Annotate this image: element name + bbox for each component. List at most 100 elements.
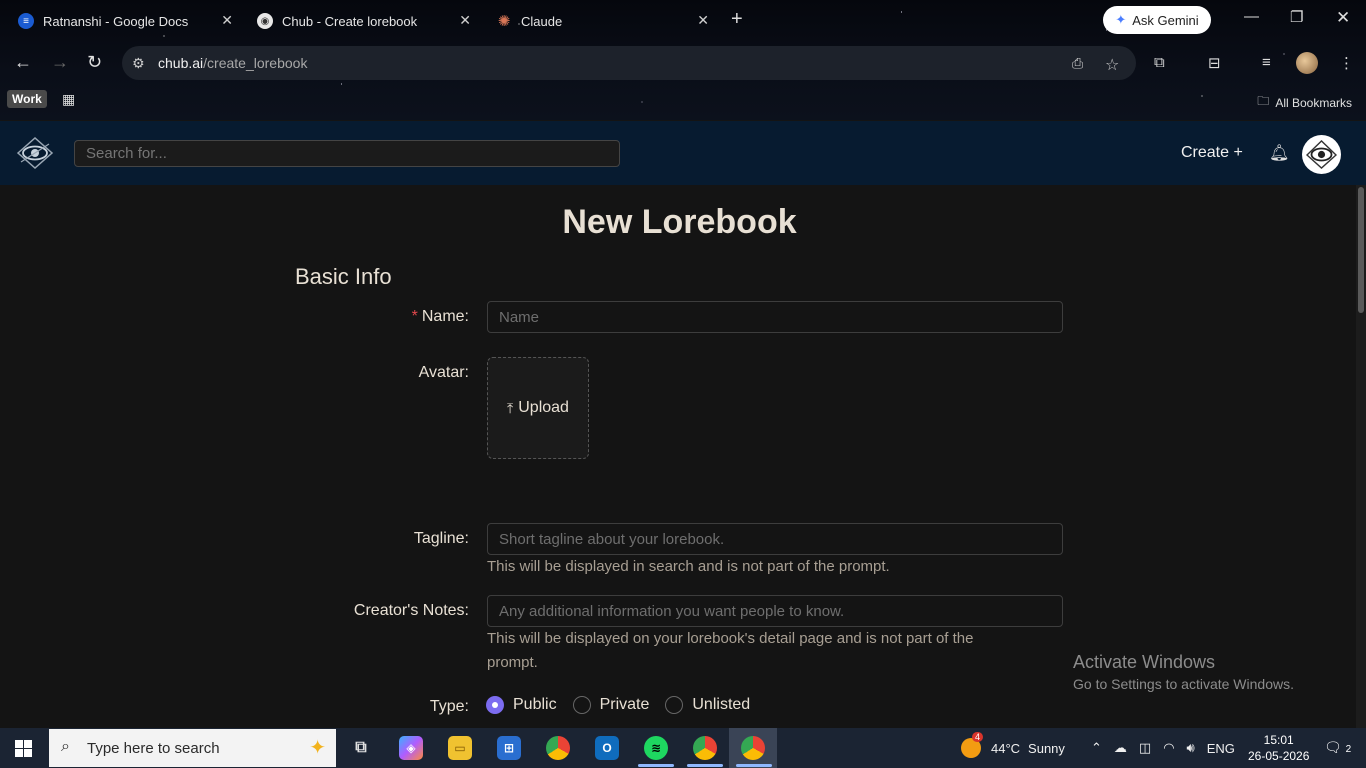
chrome-profile-icon[interactable]: [693, 736, 717, 760]
windows-start-icon[interactable]: [15, 740, 32, 757]
clock-date: 26-05-2026: [1248, 749, 1310, 763]
create-button[interactable]: Create +: [1181, 144, 1243, 162]
search-icon: ⌕: [61, 738, 70, 755]
install-app-icon[interactable]: ⎙: [1072, 55, 1083, 72]
ask-gemini-label: Ask Gemini: [1132, 12, 1199, 28]
bell-icon[interactable]: 🔔︎: [1269, 143, 1289, 163]
radio-icon[interactable]: [572, 696, 591, 714]
weather-condition: Sunny: [1028, 740, 1065, 756]
notification-count: 2: [1345, 744, 1352, 755]
tab-search-icon[interactable]: ⊟: [1208, 54, 1221, 72]
tagline-input[interactable]: [487, 523, 1063, 555]
gemini-icon: ✦: [1115, 12, 1127, 27]
copilot-icon[interactable]: ◈: [399, 736, 423, 760]
window-close-icon[interactable]: ✕: [1336, 8, 1350, 28]
radio-label: Private: [599, 696, 650, 713]
tab-claude[interactable]: ✺ Claude ✕: [478, 6, 721, 36]
omnibox[interactable]: ⚙ chub.ai/create_lorebook ⎙ ☆: [122, 46, 1136, 80]
weather-widget[interactable]: 4 44°C Sunny: [961, 728, 1065, 768]
radio-icon[interactable]: [665, 696, 684, 714]
user-avatar[interactable]: [1302, 135, 1341, 174]
media-control-icon[interactable]: ≡: [1262, 54, 1271, 71]
sun-icon: 4: [961, 732, 984, 758]
onedrive-icon[interactable]: ☁: [1114, 740, 1127, 756]
spotify-icon[interactable]: ≋: [644, 736, 668, 760]
outlook-icon[interactable]: O: [595, 736, 619, 760]
radio-label: Public: [513, 696, 557, 713]
close-icon[interactable]: ✕: [697, 12, 709, 29]
tagline-label: Tagline:: [413, 530, 469, 547]
address-bar-row: ← → ↻ ⚙ chub.ai/create_lorebook ⎙ ☆ ⧉ ⊟ …: [0, 44, 1366, 82]
running-indicator: [687, 764, 723, 767]
profile-avatar[interactable]: [1296, 52, 1318, 74]
weather-temp: 44°C: [991, 740, 1021, 756]
meet-icon[interactable]: ◫: [1139, 740, 1151, 756]
chub-logo-icon[interactable]: [16, 135, 54, 171]
chub-icon: ◉: [257, 13, 273, 29]
radio-label: Unlisted: [692, 696, 751, 713]
restore-icon[interactable]: ❐: [1290, 8, 1303, 26]
notification-center[interactable]: 🗨︎ 2: [1324, 739, 1351, 756]
section-title: Basic Info: [295, 264, 392, 289]
extensions-icon[interactable]: ⧉: [1154, 54, 1165, 71]
system-tray: ⌃ ☁ ◫ ◠ 🔊︎ ENG: [1091, 728, 1235, 768]
close-icon[interactable]: ✕: [459, 12, 471, 29]
taskbar-search[interactable]: ⌕ Type here to search ✦: [49, 729, 336, 767]
name-input[interactable]: [487, 301, 1063, 333]
reload-icon[interactable]: ↻: [87, 52, 102, 73]
apps-grid-icon[interactable]: ▦: [62, 91, 75, 108]
work-profile-chip[interactable]: Work: [7, 90, 47, 108]
clock[interactable]: 15:01 26-05-2026: [1248, 732, 1309, 764]
file-explorer-icon[interactable]: ▭: [448, 736, 472, 760]
upload-label: Upload: [518, 399, 569, 416]
chrome-active-window[interactable]: [729, 728, 777, 768]
search-highlight-icon: ✦: [309, 737, 326, 759]
url-host: chub.ai: [158, 55, 204, 71]
back-icon[interactable]: ←: [14, 52, 32, 73]
chrome-menu-icon[interactable]: ⋮: [1339, 54, 1354, 72]
watermark-title: Activate Windows: [1073, 652, 1216, 672]
site-info-icon[interactable]: ⚙: [132, 55, 145, 72]
running-indicator: [638, 764, 674, 767]
watermark-subtitle: Go to Settings to activate Windows.: [1073, 676, 1294, 692]
notification-icon: 🗨︎: [1324, 739, 1342, 755]
url-path: /create_lorebook: [203, 55, 308, 71]
chrome-active-icon: [741, 736, 765, 760]
avatar-upload-button[interactable]: ⤒ Upload: [487, 357, 589, 459]
task-view-icon[interactable]: ⧉: [349, 736, 373, 760]
creators-notes-help: This will be displayed on your lorebook'…: [487, 630, 974, 671]
name-label-text: Name:: [421, 308, 469, 325]
name-label: * Name:: [412, 308, 469, 326]
forward-icon[interactable]: →: [51, 52, 69, 73]
language-indicator[interactable]: ENG: [1207, 741, 1235, 756]
creators-notes-input[interactable]: [487, 595, 1063, 627]
wifi-icon[interactable]: ◠: [1163, 740, 1174, 756]
clock-time: 15:01: [1263, 733, 1294, 747]
required-mark: *: [411, 308, 418, 325]
type-radio-private[interactable]: Private: [572, 696, 650, 714]
user-avatar-logo-icon: [1305, 140, 1338, 169]
chrome-app-icon[interactable]: [546, 736, 570, 760]
tab-chub[interactable]: ◉ Chub - Create lorebook ✕: [239, 6, 482, 36]
weather-badge: 4: [972, 732, 984, 742]
type-radio-unlisted[interactable]: Unlisted: [665, 696, 750, 714]
chevron-up-icon[interactable]: ⌃: [1091, 740, 1102, 756]
microsoft-store-icon[interactable]: ⊞: [497, 736, 521, 760]
all-bookmarks-button[interactable]: 🗀 All Bookmarks: [1257, 92, 1352, 113]
radio-checked-icon[interactable]: [486, 696, 504, 714]
type-radio-public[interactable]: Public: [486, 696, 557, 714]
creators-notes-label: Creator's Notes:: [353, 602, 469, 619]
main-content: New Lorebook Basic Info *Name: Avatar: ⤒…: [0, 185, 1356, 728]
taskbar-search-placeholder: Type here to search: [87, 739, 220, 757]
bookmark-star-icon[interactable]: ☆: [1105, 55, 1119, 75]
close-icon[interactable]: ✕: [221, 12, 233, 29]
minimize-icon[interactable]: —: [1244, 8, 1259, 25]
tab-strip: ≡ Ratnanshi - Google Docs ✕ ◉ Chub - Cre…: [0, 0, 1366, 41]
ask-gemini-button[interactable]: ✦ Ask Gemini: [1103, 6, 1211, 34]
volume-icon[interactable]: 🔊︎: [1187, 740, 1195, 756]
scrollbar-thumb[interactable]: [1358, 187, 1364, 313]
new-tab-icon[interactable]: +: [731, 8, 743, 31]
site-search-input[interactable]: [74, 140, 620, 167]
google-docs-icon: ≡: [18, 13, 34, 29]
tab-google-docs[interactable]: ≡ Ratnanshi - Google Docs ✕: [0, 6, 245, 36]
